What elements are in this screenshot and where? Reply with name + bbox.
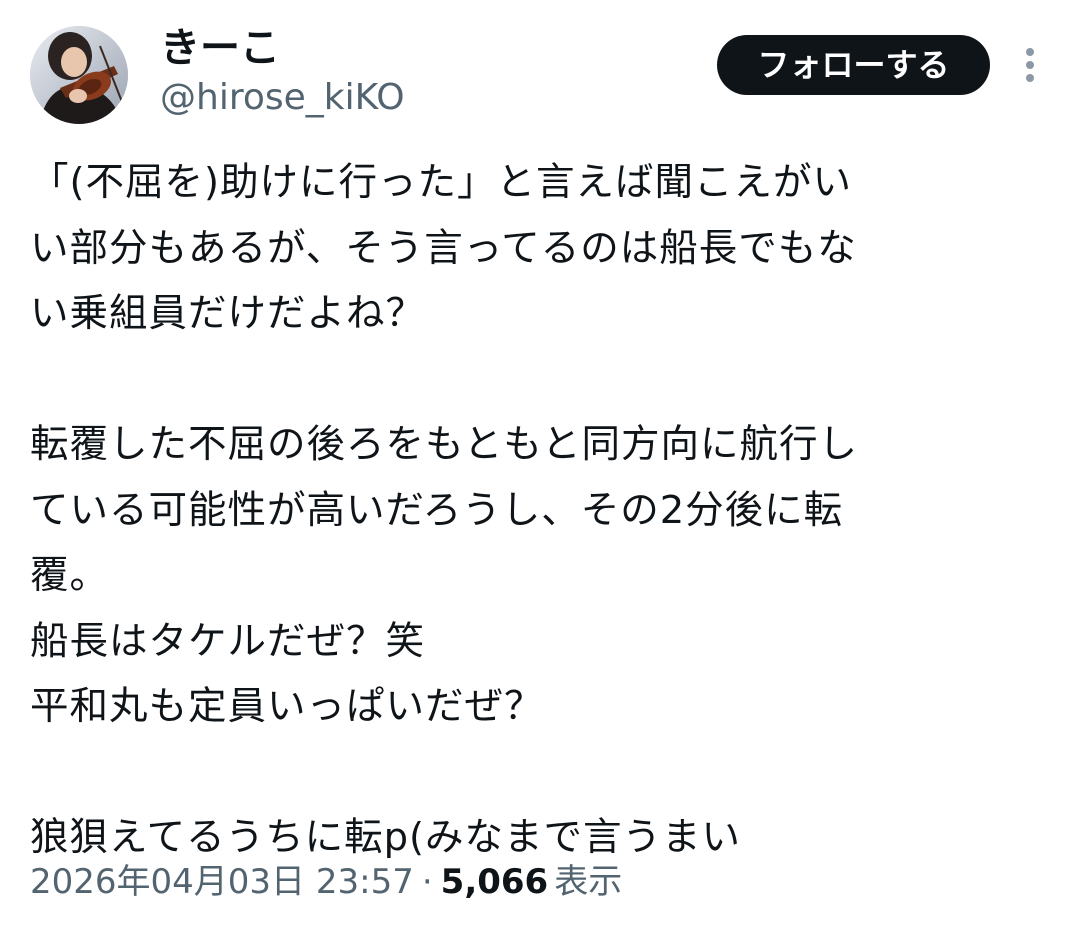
tweet-text-line: 転覆した不屈の後ろをもともと同方向に航行し	[30, 422, 858, 467]
meta-separator: ·	[421, 862, 433, 902]
tweet-timestamp[interactable]: 2026年04月03日 23:57	[30, 862, 414, 902]
tweet-text-line: 船長はタケルだぜ？笑	[30, 618, 426, 664]
avatar-photo-icon	[30, 26, 128, 124]
author-avatar[interactable]	[30, 26, 128, 124]
more-vertical-icon	[1026, 48, 1034, 82]
tweet-card: きーこ @hirose_kiKO フォローする 「(不屈を)助けに行った」と言え…	[0, 0, 1080, 936]
tweet-text: 「(不屈を)助けに行った」と言えば聞こえがい い部分もあるが、そう言ってるのは船…	[30, 150, 1052, 871]
tweet-text-line	[30, 347, 1052, 413]
tweet-text-line: い部分もあるが、そう言ってるのは船長でもな	[30, 225, 857, 271]
author-handle[interactable]: @hirose_kiKO	[160, 74, 405, 122]
tweet-text-line: 「(不屈を)助けに行った」と言えば聞こえがい	[30, 160, 853, 205]
tweet-meta: 2026年04月03日 23:57 · 5,066 表示	[30, 856, 622, 908]
follow-button[interactable]: フォローする	[717, 35, 990, 95]
more-options-button[interactable]	[1012, 44, 1048, 88]
tweet-text-line	[30, 740, 1052, 806]
tweet-text-line: い乗組員だけだよね？	[30, 291, 426, 336]
tweet-text-line: 平和丸も定員いっぱいだぜ？	[30, 684, 544, 729]
tweet-text-line: 覆。	[30, 553, 110, 598]
author-display-name[interactable]: きーこ	[160, 22, 280, 74]
view-count: 5,066	[440, 862, 549, 902]
tweet-text-line: ている可能性が高いだろうし、その2分後に転	[30, 487, 844, 533]
view-label: 表示	[554, 862, 623, 902]
